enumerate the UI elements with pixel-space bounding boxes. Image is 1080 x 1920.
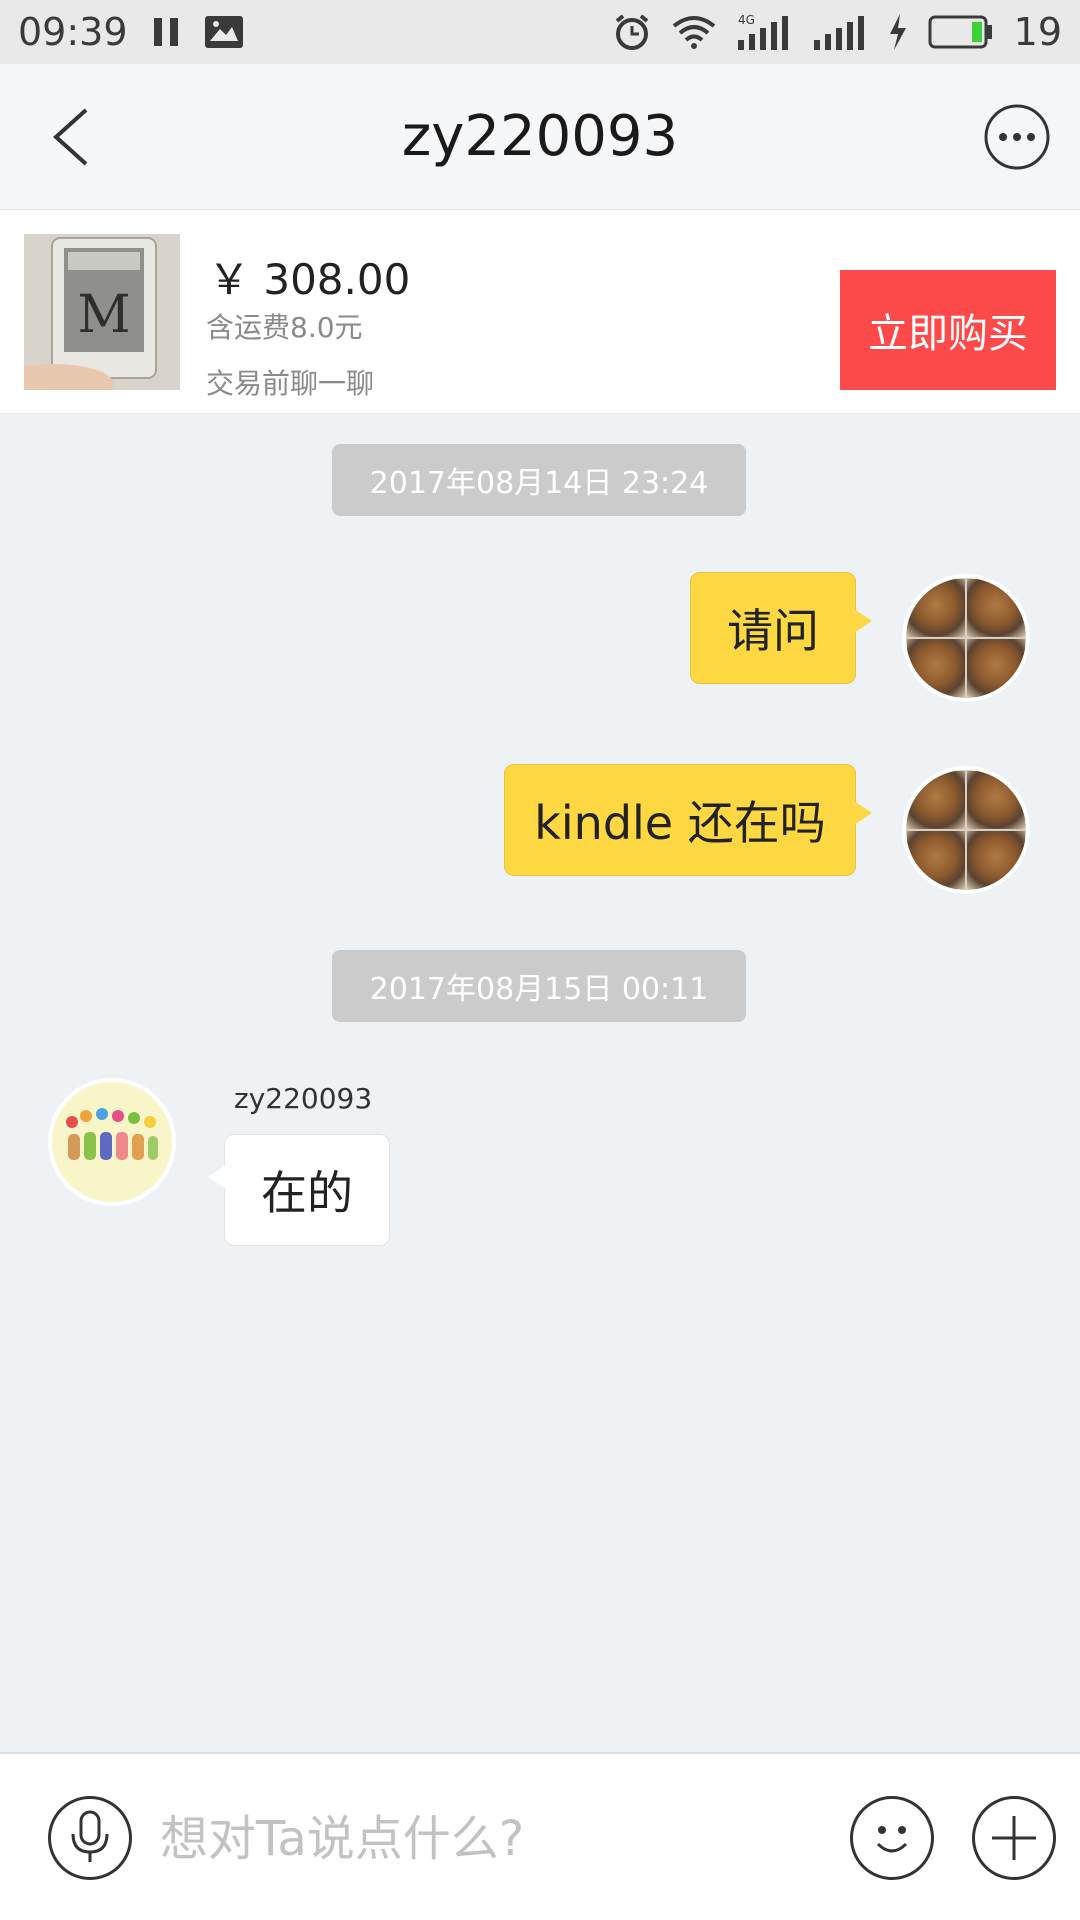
status-time: 09:39 (18, 10, 128, 54)
product-chat-hint: 交易前聊一聊 (206, 367, 375, 400)
product-price: ￥ 308.00 (208, 255, 411, 304)
chevron-left-icon (53, 108, 88, 166)
pause-icon (152, 16, 180, 48)
emoji-button[interactable] (850, 1796, 934, 1880)
charging-icon (888, 14, 908, 50)
timestamp-chip: 2017年08月14日 23:24 (332, 444, 746, 516)
product-shipping: 含运费8.0元 (206, 311, 363, 344)
page-title: zy220093 (401, 104, 679, 169)
svg-text:4G: 4G (738, 13, 755, 27)
message-bubble-outgoing[interactable]: kindle 还在吗 (504, 764, 872, 876)
battery-level: 19 (1013, 10, 1062, 54)
my-avatar[interactable] (902, 766, 1030, 894)
svg-text:M: M (77, 285, 130, 345)
buy-now-button[interactable]: 立即购买 (840, 270, 1056, 390)
microphone-icon (71, 1810, 109, 1862)
input-bar (0, 1752, 1080, 1920)
status-bar: 09:39 4G 19 (0, 0, 1080, 64)
alarm-icon (612, 12, 652, 52)
contact-avatar[interactable] (48, 1078, 176, 1206)
nav-bar: zy220093 (0, 64, 1080, 210)
more-dots-icon (984, 104, 1050, 170)
sender-name: zy220093 (234, 1082, 373, 1115)
chat-screen: 09:39 4G 19 zy220093 M ￥ 308.00 含运费8.0元 … (0, 0, 1080, 1920)
gallery-icon (204, 15, 244, 49)
message-bubble-outgoing[interactable]: 请问 (690, 572, 872, 684)
voice-button[interactable] (48, 1796, 132, 1880)
signal-4g-icon: 4G (736, 12, 792, 52)
back-button[interactable] (38, 102, 108, 172)
wifi-icon (672, 14, 716, 50)
smiley-icon (876, 1826, 908, 1853)
add-button[interactable] (972, 1796, 1056, 1880)
signal-icon (812, 12, 868, 52)
plus-icon (992, 1816, 1036, 1860)
message-list[interactable]: 2017年08月14日 23:24 请问 kindle 还在吗 2017年08月… (0, 414, 1080, 1752)
battery-icon (928, 15, 994, 49)
message-bubble-incoming[interactable]: 在的 (208, 1134, 390, 1246)
product-card[interactable]: M ￥ 308.00 含运费8.0元 交易前聊一聊 立即购买 (0, 210, 1080, 414)
timestamp-chip: 2017年08月15日 00:11 (332, 950, 746, 1022)
message-input[interactable] (160, 1794, 820, 1884)
more-button[interactable] (982, 102, 1052, 172)
my-avatar[interactable] (902, 574, 1030, 702)
product-image[interactable]: M (24, 234, 180, 390)
